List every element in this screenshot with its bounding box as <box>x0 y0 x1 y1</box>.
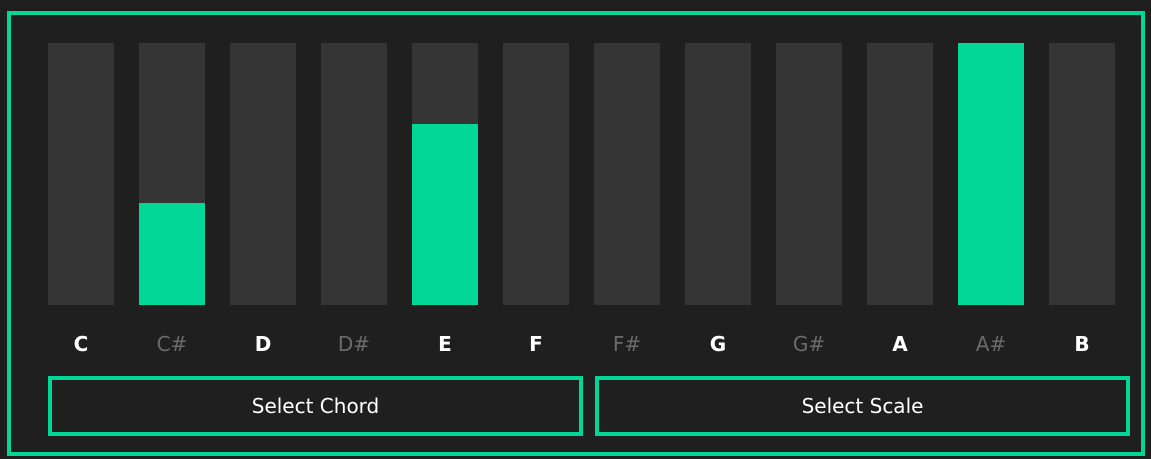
note-label-c: C <box>73 332 89 356</box>
note-label-a-sharp: A# <box>975 332 1007 356</box>
note-label-d-sharp: D# <box>337 332 371 356</box>
note-label-e: E <box>438 332 452 356</box>
note-bar-fill-c-sharp <box>139 203 205 305</box>
note-bar-fill-e <box>412 124 478 305</box>
note-bar-d[interactable] <box>230 43 296 305</box>
note-bar-f-sharp[interactable] <box>594 43 660 305</box>
note-label-g-sharp: G# <box>792 332 826 356</box>
note-label-c-sharp: C# <box>156 332 188 356</box>
note-label-g: G <box>709 332 727 356</box>
note-labels: C C# D D# E F F# G G# A A# B <box>48 329 1118 359</box>
note-bar-c[interactable] <box>48 43 114 305</box>
note-bar-c-sharp[interactable] <box>139 43 205 305</box>
note-bar-f[interactable] <box>503 43 569 305</box>
note-bar-fill-a-sharp <box>958 43 1024 305</box>
note-label-f-sharp: F# <box>612 332 642 356</box>
note-bar-g-sharp[interactable] <box>776 43 842 305</box>
note-bar-d-sharp[interactable] <box>321 43 387 305</box>
select-chord-button[interactable]: Select Chord <box>48 376 583 436</box>
note-label-a: A <box>892 332 908 356</box>
note-bars <box>48 43 1118 305</box>
note-label-f: F <box>529 332 543 356</box>
note-label-b: B <box>1074 332 1090 356</box>
note-bar-e[interactable] <box>412 43 478 305</box>
select-scale-button[interactable]: Select Scale <box>595 376 1130 436</box>
note-bar-g[interactable] <box>685 43 751 305</box>
note-bar-a[interactable] <box>867 43 933 305</box>
note-label-d: D <box>254 332 272 356</box>
note-bar-a-sharp[interactable] <box>958 43 1024 305</box>
note-bar-b[interactable] <box>1049 43 1115 305</box>
note-panel: C C# D D# E F F# G G# A A# B Select Chord Select Sc… <box>7 11 1145 456</box>
